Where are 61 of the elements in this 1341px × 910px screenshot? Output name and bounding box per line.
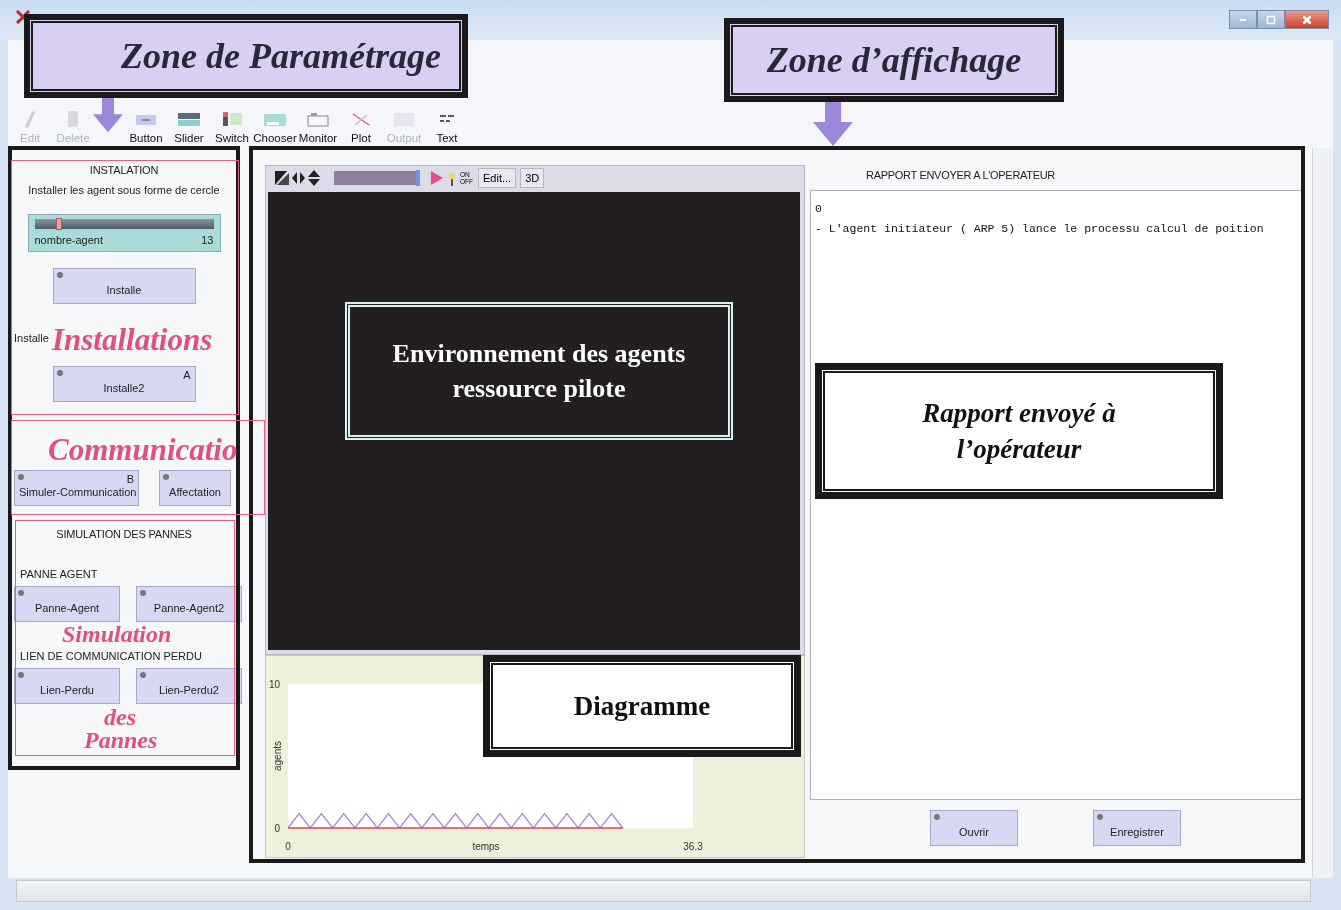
region-label: Simulation [62, 622, 172, 646]
agent-failure-button[interactable]: Panne-Agent [14, 586, 120, 622]
minimize-icon [1240, 18, 1246, 21]
link-failure-button[interactable]: Lien-Perdu [14, 668, 120, 704]
slider-value: 13 [201, 234, 214, 246]
toolbar-button[interactable]: Slider [169, 110, 209, 144]
maximize-icon [1266, 14, 1276, 25]
section-heading: INSTALATION [89, 164, 159, 176]
y-tick-label: 10 [268, 679, 280, 690]
toolbar-button[interactable]: Button [126, 110, 166, 144]
x-tick-label: 36.3 [683, 841, 703, 852]
speed-thumb[interactable] [415, 170, 420, 186]
output-title: RAPPORT ENVOYER A L'OPERATEUR [865, 168, 1057, 183]
down-arrow [813, 100, 853, 146]
toolbar-button[interactable]: Text [427, 110, 467, 144]
pencil-icon [24, 110, 36, 128]
output-line: - L'agent initiateur ( ARP 5) lance le processu calcul de poition [815, 221, 1265, 237]
monitor-widget-icon [306, 110, 330, 128]
switch-widget-icon [220, 110, 244, 128]
toolbar-button[interactable]: Chooser [255, 110, 295, 144]
close-button[interactable] [1285, 10, 1329, 29]
trash-icon [67, 110, 79, 128]
note-text: Installe [14, 332, 49, 344]
close-icon [1303, 15, 1311, 24]
slider-label: nombre-agent [34, 234, 103, 246]
toolbar-button[interactable]: Switch [212, 110, 252, 144]
section-heading: SIMULATION DES PANNES [56, 528, 192, 540]
x-tick-label: 0 [285, 841, 291, 852]
agent-count-slider[interactable]: nombre-agent 13 [27, 214, 221, 252]
slider-thumb[interactable] [55, 218, 62, 230]
report-button[interactable]: Ouvrir [930, 810, 1018, 846]
output-line: 0 [815, 201, 823, 217]
group-heading: LIEN DE COMMUNICATION PERDU [20, 650, 202, 662]
region-label: Pannes [84, 728, 158, 752]
communication-button[interactable]: B Simuler-Communication [14, 470, 139, 506]
x-axis-label: temps [472, 841, 500, 852]
region-label: Installations [52, 324, 213, 355]
callout-label: Environnement des agents ressource pilote [345, 302, 733, 440]
three-d-button[interactable]: 3D [520, 168, 545, 188]
play-icon [430, 169, 444, 187]
edit-button[interactable]: Edit... [478, 168, 517, 188]
group-heading: PANNE AGENT [20, 568, 98, 580]
toolbar-button[interactable]: Plot [341, 110, 381, 144]
install-button[interactable]: Installe [52, 268, 196, 304]
link-failure-button[interactable]: Lien-Perdu2 [136, 668, 242, 704]
agent-failure-button[interactable]: Panne-Agent2 [136, 586, 242, 622]
toolbar-button[interactable]: Monitor [298, 110, 338, 144]
maximize-button[interactable] [1257, 10, 1285, 29]
vertical-scrollbar[interactable] [1312, 148, 1333, 878]
region-label: des [104, 705, 136, 729]
communication-button[interactable]: Affectation [159, 470, 231, 506]
down-arrow [93, 95, 123, 135]
y-axis-label: agents [272, 741, 283, 771]
minimize-button[interactable] [1229, 10, 1257, 29]
section-description: Installer les agent sous forme de cercle [28, 184, 220, 196]
speed-slider[interactable] [334, 171, 420, 185]
slider-widget-icon [177, 110, 201, 128]
report-button[interactable]: Enregistrer [1093, 810, 1181, 846]
install2-button[interactable]: A Installe2 [52, 366, 196, 402]
y-tick-label: 0 [274, 823, 280, 834]
horizontal-scrollbar[interactable] [16, 880, 1311, 902]
